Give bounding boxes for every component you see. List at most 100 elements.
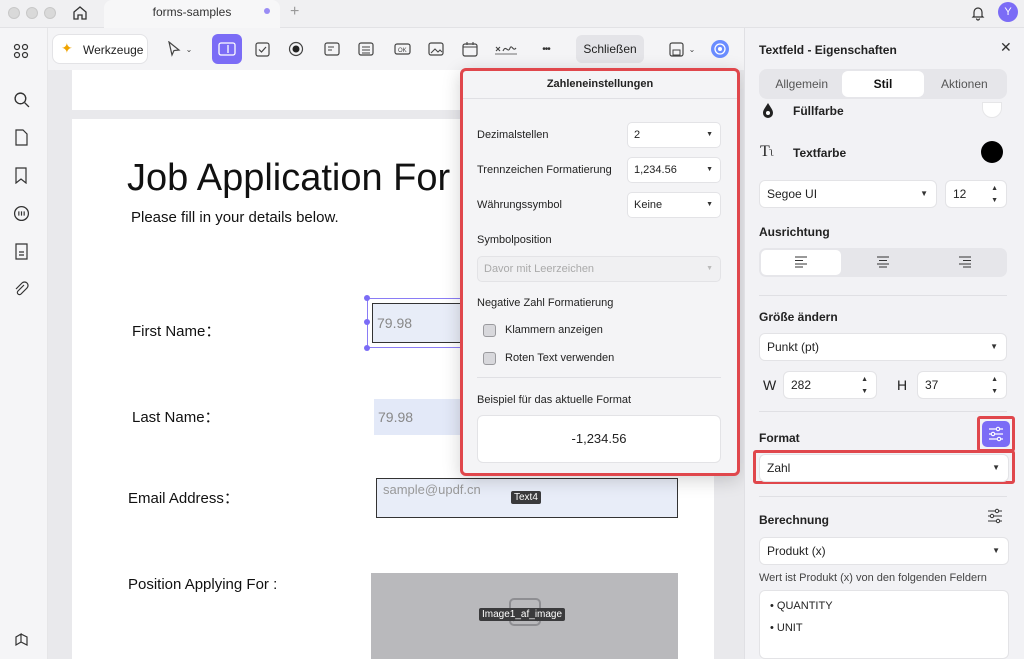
chevron-down-icon[interactable]: ⌄ [182,37,196,61]
stepper-arrows-icon[interactable]: ▲ ▼ [991,183,998,207]
save-dropdown-chevron-icon[interactable]: ⌄ [686,37,698,61]
svg-text:OK: OK [398,48,407,54]
symbol-position-value: Davor mit Leerzeichen [484,263,595,275]
font-size-value: 12 [953,187,967,201]
divider [759,496,1007,497]
maximize-window-icon[interactable] [44,7,56,19]
layers-icon[interactable] [10,628,32,650]
list-item[interactable]: • UNIT [770,622,803,634]
divider [477,377,721,378]
tab-actions[interactable]: Aktionen [924,71,1005,97]
first-name-field[interactable]: 79.98 [372,303,462,343]
decimal-places-select[interactable]: 2 ▼ [627,122,721,148]
text-color-label: Textfarbe [793,146,847,160]
red-text-label: Roten Text verwenden [505,352,615,364]
button-tool-icon[interactable]: OK [390,37,414,61]
font-family-select[interactable]: Segoe UI ▼ [759,180,937,208]
symbol-position-select[interactable]: Davor mit Leerzeichen ▼ [477,256,721,282]
bookmark-icon[interactable] [10,164,32,186]
avatar[interactable]: Y [998,2,1018,22]
width-value: 282 [791,378,812,392]
calculation-value: Produkt (x) [767,544,826,558]
tools-button[interactable]: ✦ Werkzeuge [52,34,148,64]
fill-color-label: Füllfarbe [793,104,844,118]
currency-value: Keine [634,199,663,211]
decimal-places-value: 2 [634,129,641,141]
currency-label: Währungssymbol [477,199,562,211]
resize-handle[interactable] [364,345,370,351]
new-tab-button[interactable]: + [290,3,299,21]
chevron-down-icon: ▼ [706,265,713,272]
width-stepper[interactable]: 282 ▲ ▼ [783,371,877,399]
format-select[interactable]: Zahl ▼ [759,454,1009,482]
image-tool-icon[interactable] [424,37,448,61]
chevron-down-icon: ▼ [706,131,713,138]
font-size-stepper[interactable]: 12 ▲ ▼ [945,180,1007,208]
brackets-checkbox[interactable] [483,324,496,337]
separator-label: Trennzeichen Formatierung [477,164,612,176]
signature-tool-icon[interactable] [492,37,520,61]
page-icon[interactable] [10,126,32,148]
example-label: Beispiel für das aktuelle Format [477,394,632,406]
currency-select[interactable]: Keine ▼ [627,192,721,218]
resize-label: Größe ändern [759,310,838,324]
align-left-button[interactable] [761,250,841,275]
page-title: Job Application For [127,157,451,199]
height-stepper[interactable]: 37 ▲ ▼ [917,371,1007,399]
radio-button-tool-icon[interactable] [284,37,308,61]
search-icon[interactable] [10,88,32,110]
separator-select[interactable]: 1,234.56 ▼ [627,157,721,183]
close-window-icon[interactable] [8,7,20,19]
minimize-window-icon[interactable] [26,7,38,19]
close-form-mode-button[interactable]: Schließen [576,35,644,63]
format-settings-button[interactable] [982,421,1010,447]
text-field-tool-icon[interactable] [212,34,242,64]
chevron-down-icon: ▼ [706,166,713,173]
date-tool-icon[interactable] [458,37,482,61]
ai-assistant-icon[interactable] [708,37,732,61]
align-center-button[interactable] [843,250,923,275]
red-text-checkbox[interactable] [483,352,496,365]
more-options-icon[interactable]: ••• [534,37,558,61]
stepper-arrows-icon[interactable]: ▲ ▼ [861,374,868,398]
tools-label: Werkzeuge [83,43,144,57]
page-subtitle: Please fill in your details below. [131,209,339,226]
window-controls[interactable] [8,7,62,22]
align-right-button[interactable] [925,250,1005,275]
first-name-label: First Name： [132,323,221,340]
calculation-select[interactable]: Produkt (x) ▼ [759,537,1009,565]
email-field[interactable]: sample@updf.cn Text4 [376,478,678,518]
last-name-field[interactable]: 79.98 [374,399,462,435]
form-icon[interactable] [10,240,32,262]
list-box-tool-icon[interactable] [354,37,378,61]
unit-select[interactable]: Punkt (pt) ▼ [759,333,1007,361]
chevron-down-icon: ▼ [992,546,1000,555]
separator-value: 1,234.56 [634,164,677,176]
field-name: UNIT [776,622,803,634]
image-field[interactable]: Image1_af_image [371,573,678,659]
height-label: H [897,377,908,393]
thumbnails-icon[interactable] [10,40,32,62]
left-sidebar [0,28,48,659]
tab-style[interactable]: Stil [842,71,924,97]
bell-icon[interactable] [968,3,988,23]
height-value: 37 [925,378,939,392]
combo-box-tool-icon[interactable] [320,37,344,61]
stepper-arrows-icon[interactable]: ▲ ▼ [991,374,998,398]
resize-handle[interactable] [364,319,370,325]
comment-icon[interactable] [10,202,32,224]
checkbox-tool-icon[interactable] [250,37,274,61]
resize-handle[interactable] [364,295,370,301]
list-item[interactable]: • QUANTITY [770,600,833,612]
close-icon[interactable]: ✕ [1000,39,1012,56]
field-name-tag: Image1_af_image [479,608,566,621]
text-color-swatch[interactable] [981,141,1003,163]
panel-tabs: Allgemein Stil Aktionen [759,69,1007,99]
example-preview: -1,234.56 [477,415,721,463]
attachment-icon[interactable] [10,278,32,300]
tab-general[interactable]: Allgemein [761,71,842,97]
home-icon[interactable] [70,3,90,23]
save-icon[interactable] [664,37,688,61]
document-tab[interactable]: forms-samples [104,0,280,28]
calculation-settings-icon[interactable] [987,508,1003,524]
